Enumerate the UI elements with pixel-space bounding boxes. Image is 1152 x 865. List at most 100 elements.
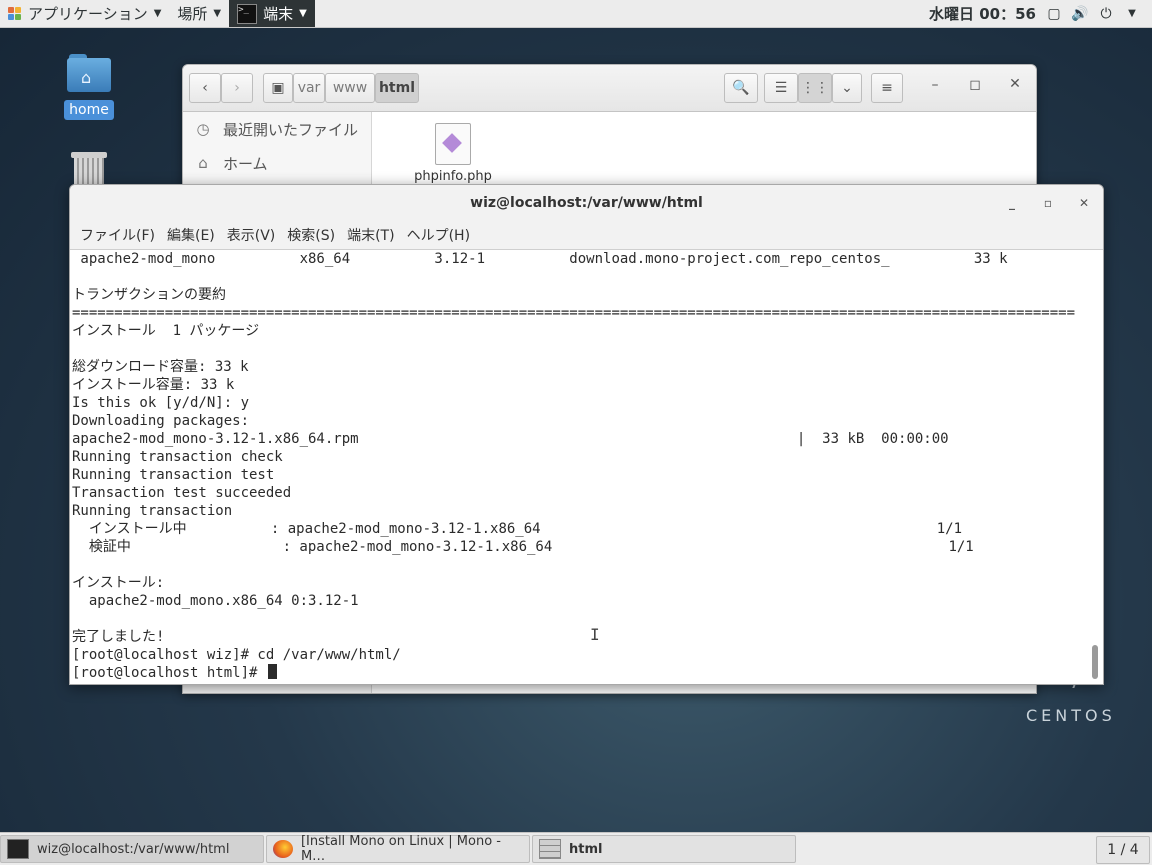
- terminal-line: ========================================…: [72, 305, 1076, 321]
- top-bar: アプリケーション ▼ 場所 ▼ >_ 端末 ▼ 水曜日 00：56 ▢ 🔊 ⏻ …: [0, 0, 1152, 28]
- menu-file[interactable]: ファイル(F): [74, 225, 161, 245]
- chevron-down-icon: ▼: [299, 8, 307, 19]
- chevron-left-icon: ‹: [202, 80, 208, 96]
- applications-label: アプリケーション: [28, 5, 148, 23]
- terminal-window: wiz@localhost:/var/www/html _ ▫ ✕ ファイル(F…: [69, 184, 1104, 685]
- sidebar-item-recent[interactable]: ◷ 最近開いたファイル: [183, 112, 371, 146]
- menu-search[interactable]: 検索(S): [281, 225, 341, 245]
- terminal-line: Running transaction check: [72, 449, 283, 465]
- file-name: phpinfo.php: [414, 169, 492, 184]
- breadcrumb-var[interactable]: var: [293, 73, 325, 103]
- chevron-down-icon[interactable]: ▼: [1124, 6, 1140, 22]
- terminal-line: インストール 1 パッケージ: [72, 323, 260, 339]
- maximize-button[interactable]: ◻: [963, 77, 987, 93]
- task-terminal[interactable]: wiz@localhost:/var/www/html: [0, 835, 264, 863]
- terminal-prompt-line: [root@localhost html]#: [70, 664, 1088, 682]
- file-item[interactable]: phpinfo.php: [413, 123, 493, 184]
- terminal-line: 検証中 : apache2-mod_mono-3.12-1.x86_64 1/1: [72, 539, 974, 555]
- hamburger-icon: ≡: [881, 80, 893, 96]
- terminal-line: Running transaction test: [72, 467, 275, 483]
- terminal-line: Transaction test succeeded: [72, 485, 292, 501]
- clock[interactable]: 水曜日 00：56: [929, 3, 1036, 24]
- file-manager-header: ‹ › ▣ var www html 🔍 ☰ ⋮⋮ ⌄ ≡ – ◻ ✕: [183, 65, 1036, 112]
- chevron-down-icon: ▼: [153, 8, 162, 19]
- home-label: home: [64, 100, 114, 120]
- grid-view-button[interactable]: ⋮⋮: [798, 73, 832, 103]
- chevron-right-icon: ›: [234, 80, 240, 96]
- breadcrumb-html[interactable]: html: [375, 73, 419, 103]
- applications-menu[interactable]: アプリケーション ▼: [0, 0, 169, 27]
- terminal-line: Is this ok [y/d/N]: y: [72, 395, 250, 411]
- close-button[interactable]: ✕: [1003, 76, 1027, 92]
- terminal-line: Downloading packages:: [72, 413, 250, 429]
- terminal-prompt: [root@localhost html]#: [72, 665, 266, 681]
- menu-button[interactable]: ≡: [871, 73, 903, 103]
- breadcrumb-www[interactable]: www: [325, 73, 375, 103]
- chevron-down-icon: ▼: [213, 8, 222, 19]
- terminal-line: 総ダウンロード容量: 33 k: [72, 359, 249, 375]
- sidebar-item-home[interactable]: ⌂ ホーム: [183, 146, 371, 180]
- drive-icon: ▣: [271, 80, 285, 96]
- close-button[interactable]: ✕: [1074, 185, 1094, 221]
- sidebar-item-label: 最近開いたファイル: [223, 120, 359, 139]
- desktop-trash[interactable]: [69, 152, 109, 186]
- terminal-titlebar: wiz@localhost:/var/www/html _ ▫ ✕: [70, 185, 1103, 221]
- volume-icon[interactable]: 🔊: [1071, 6, 1088, 22]
- menu-edit[interactable]: 編集(E): [161, 225, 221, 245]
- view-options-button[interactable]: ⌄: [832, 73, 862, 103]
- terminal-menubar: ファイル(F) 編集(E) 表示(V) 検索(S) 端末(T) ヘルプ(H): [70, 221, 1103, 250]
- workspace-pager[interactable]: 1 / 4: [1096, 836, 1150, 864]
- terminal-cursor: [267, 664, 277, 679]
- desktop-home-folder[interactable]: ⌂ home: [62, 54, 116, 120]
- sidebar-item-label: ホーム: [223, 154, 268, 173]
- search-button[interactable]: 🔍: [724, 73, 758, 103]
- screen-icon[interactable]: ▢: [1046, 6, 1062, 22]
- list-icon: ☰: [774, 80, 788, 96]
- text-cursor-icon: I: [590, 625, 600, 644]
- terminal-app-label: 端末: [263, 5, 294, 23]
- terminal-line: apache2-mod_mono.x86_64 0:3.12-1: [72, 593, 359, 609]
- maximize-button[interactable]: ▫: [1038, 185, 1058, 221]
- file-cabinet-icon: [539, 839, 561, 859]
- terminal-line: Running transaction: [72, 503, 233, 519]
- menu-help[interactable]: ヘルプ(H): [401, 225, 476, 245]
- chevron-down-icon: ⌄: [841, 80, 853, 96]
- home-icon: ⌂: [198, 154, 208, 172]
- places-label: 場所: [177, 5, 208, 23]
- terminal-line: apache2-mod_mono x86_64 3.12-1 download.…: [72, 251, 1008, 267]
- taskbar: wiz@localhost:/var/www/html [Install Mon…: [0, 832, 1152, 865]
- back-button[interactable]: ‹: [189, 73, 221, 103]
- terminal-line: [root@localhost wiz]# cd /var/www/html/: [72, 647, 401, 663]
- search-icon: 🔍: [732, 80, 750, 96]
- firefox-icon: [273, 840, 293, 858]
- centos-brand: CENTOS: [1026, 706, 1116, 725]
- terminal-output[interactable]: apache2-mod_mono x86_64 3.12-1 download.…: [70, 250, 1088, 684]
- menu-terminal[interactable]: 端末(T): [341, 225, 400, 245]
- task-label: wiz@localhost:/var/www/html: [37, 841, 230, 857]
- places-menu[interactable]: 場所 ▼: [169, 0, 229, 27]
- terminal-icon: [7, 839, 29, 859]
- terminal-line: インストール:: [72, 575, 165, 591]
- task-firefox[interactable]: [Install Mono on Linux | Mono - M…: [266, 834, 530, 864]
- location-toggle-button[interactable]: ▣: [263, 73, 293, 103]
- minimize-button[interactable]: _: [1002, 185, 1022, 221]
- task-file-manager[interactable]: html: [532, 835, 796, 863]
- grid-icon: ⋮⋮: [801, 80, 829, 96]
- terminal-icon: >_: [237, 3, 258, 24]
- terminal-line: トランザクションの要約: [72, 287, 226, 303]
- task-label: [Install Mono on Linux | Mono - M…: [300, 834, 501, 864]
- minimize-button[interactable]: –: [923, 77, 947, 93]
- power-icon[interactable]: ⏻: [1098, 6, 1114, 22]
- php-file-icon: [435, 123, 471, 165]
- window-title: wiz@localhost:/var/www/html: [470, 195, 703, 211]
- list-view-button[interactable]: ☰: [764, 73, 798, 103]
- menu-view[interactable]: 表示(V): [221, 225, 282, 245]
- forward-button[interactable]: ›: [221, 73, 253, 103]
- terminal-app-menu[interactable]: >_ 端末 ▼: [229, 0, 315, 27]
- terminal-scrollbar[interactable]: [1092, 645, 1098, 679]
- terminal-line: 完了しました!: [72, 629, 165, 645]
